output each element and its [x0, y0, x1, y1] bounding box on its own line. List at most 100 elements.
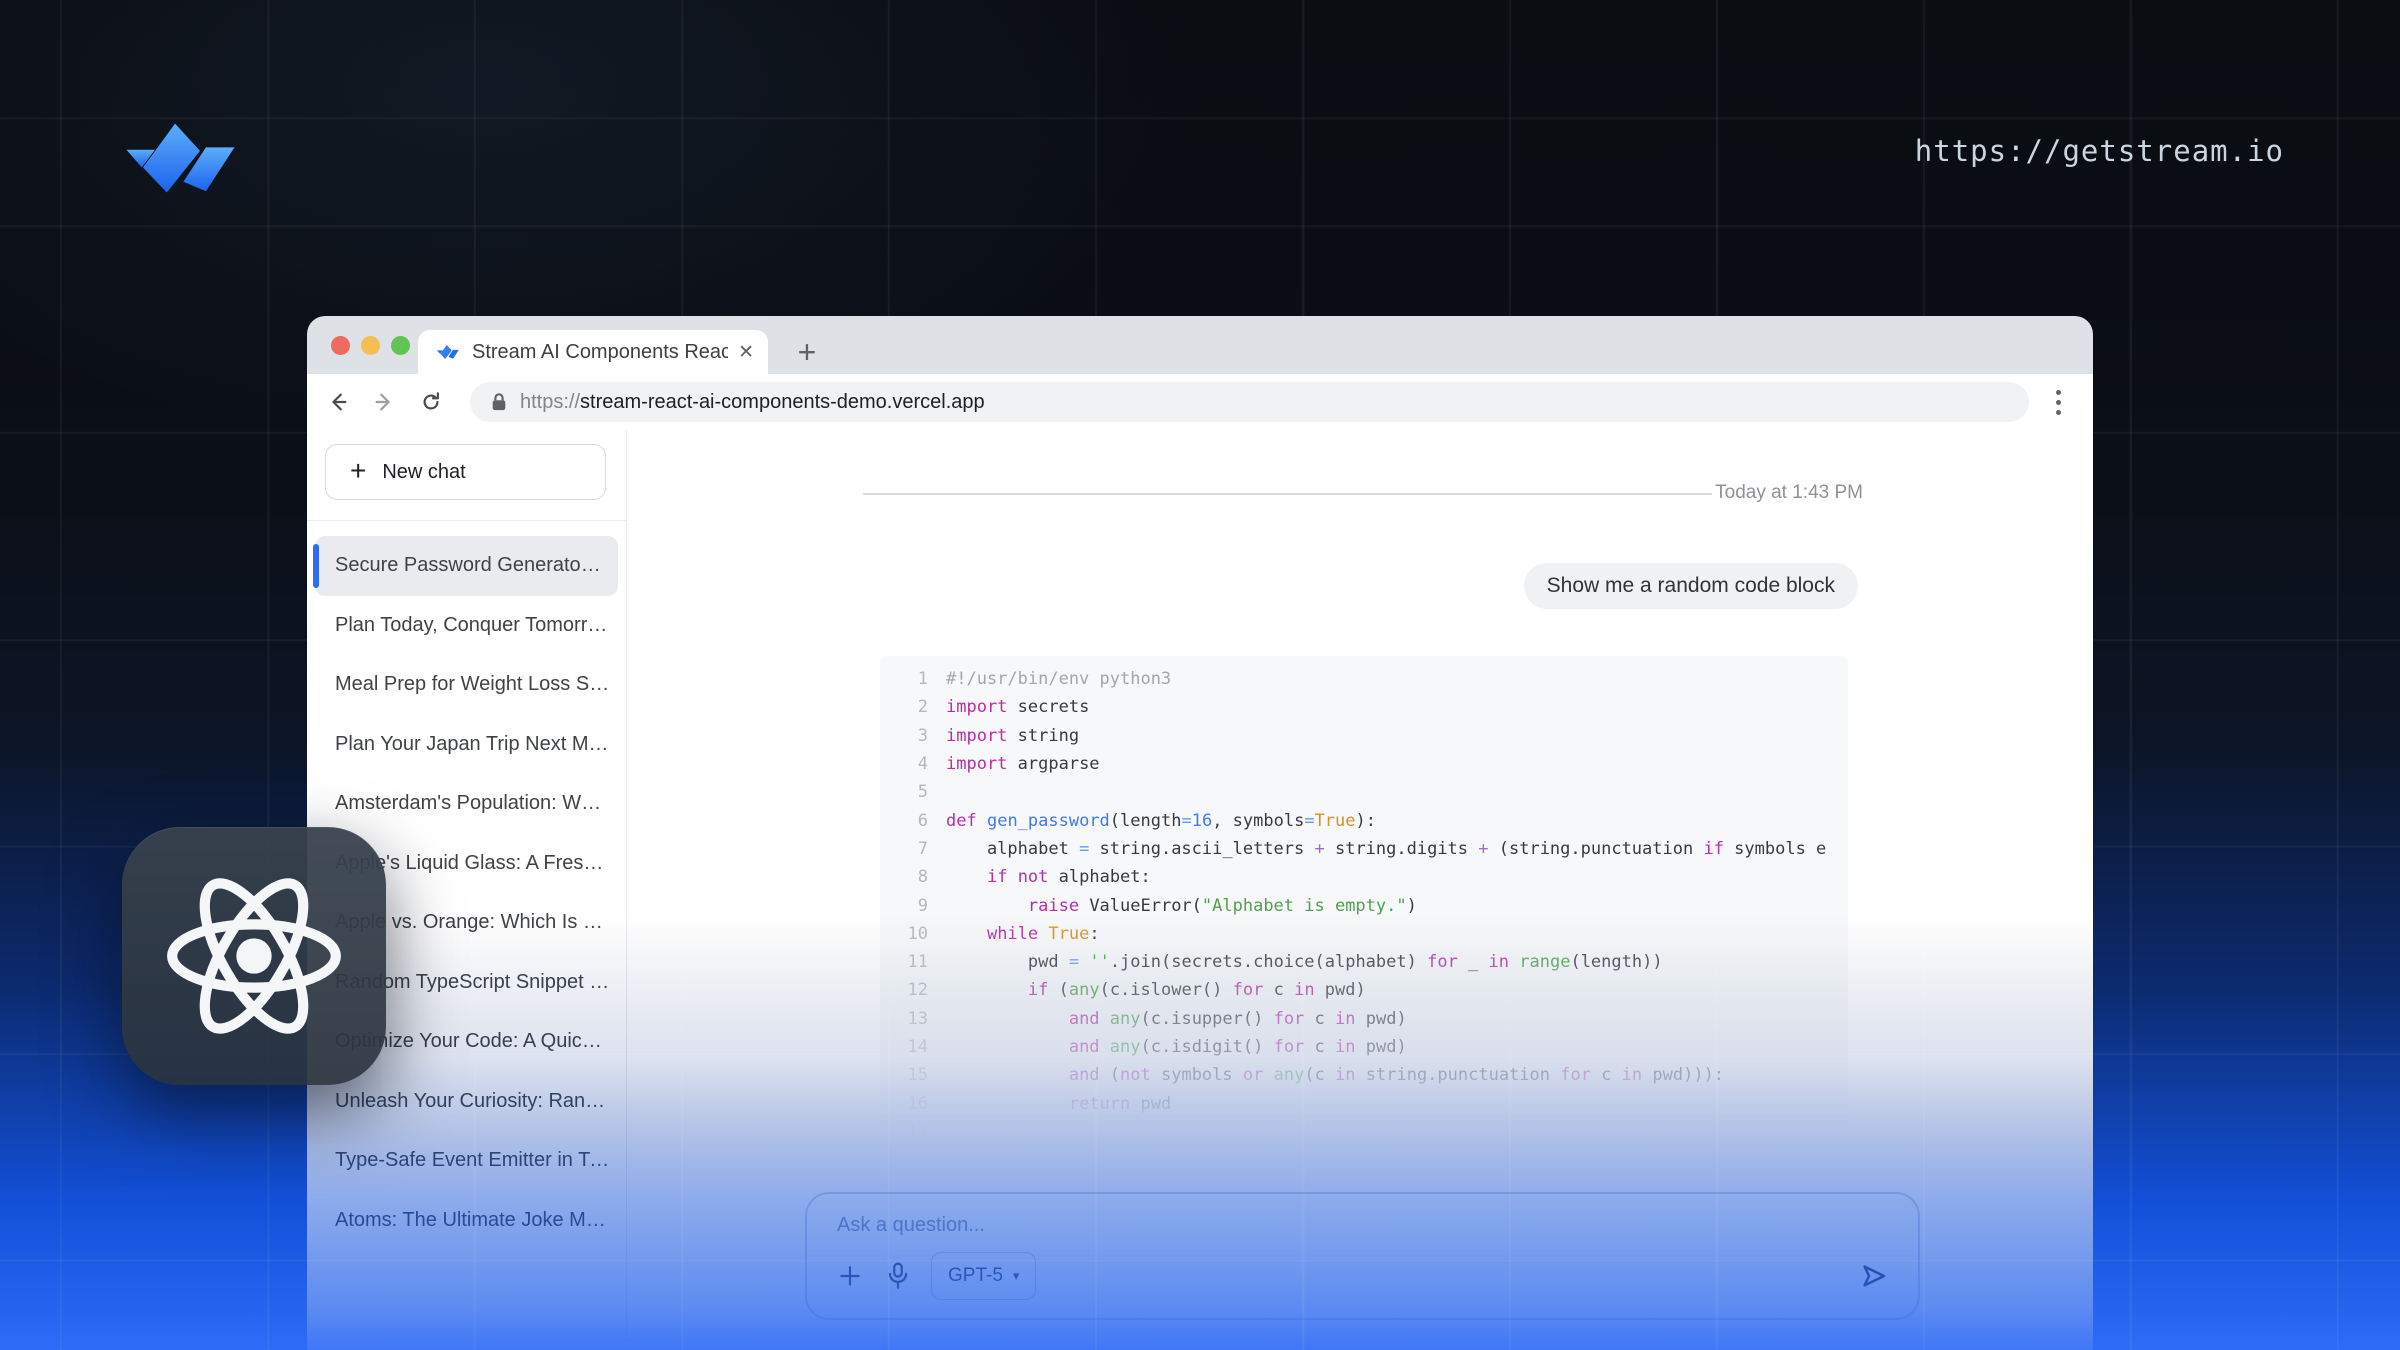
sidebar-item[interactable]: Secure Password Generator in ... [315, 536, 618, 596]
line-number: 14 [880, 1037, 946, 1057]
line-number: 1 [880, 669, 946, 689]
url-text: https://stream-react-ai-components-demo.… [520, 391, 985, 414]
sidebar-item-label: Secure Password Generator in ... [335, 554, 602, 577]
code-lines: 1#!/usr/bin/env python32import secrets3i… [880, 665, 1848, 1145]
sidebar-item[interactable]: Type-Safe Event Emitter in Typ... [307, 1131, 626, 1191]
code-line: 3import string [880, 722, 1848, 750]
code-line: 15 and (not symbols or any(c in string.p… [880, 1061, 1848, 1089]
tab-close-icon[interactable]: ✕ [738, 341, 754, 364]
sidebar-item-label: Meal Prep for Weight Loss Suc... [335, 673, 610, 696]
line-number: 8 [880, 867, 946, 887]
code-text: def gen_password(length=16, symbols=True… [946, 811, 1376, 831]
chevron-down-icon: ▾ [1013, 1268, 1020, 1284]
browser-menu-icon[interactable] [2043, 387, 2073, 417]
minimize-window-button[interactable] [361, 336, 380, 355]
sidebar-item-label: Plan Your Japan Trip Next Mon... [335, 733, 610, 756]
app-content: + New chat Secure Password Generator in … [307, 430, 2093, 1350]
lock-icon [490, 392, 508, 412]
code-line: 6def gen_password(length=16, symbols=Tru… [880, 806, 1848, 834]
code-line: 2import secrets [880, 693, 1848, 721]
browser-toolbar: https://stream-react-ai-components-demo.… [307, 374, 2093, 431]
date-separator-line [863, 493, 1712, 495]
line-number: 12 [880, 980, 946, 1000]
marketing-canvas: https://getstream.io Stream AI Component… [0, 0, 2400, 1350]
code-line: 4import argparse [880, 750, 1848, 778]
code-text: and (not symbols or any(c in string.punc… [946, 1065, 1724, 1085]
code-line: 7 alphabet = string.ascii_letters + stri… [880, 835, 1848, 863]
line-number: 7 [880, 839, 946, 859]
code-line: 8 if not alphabet: [880, 863, 1848, 891]
user-message-bubble: Show me a random code block [1524, 563, 1858, 609]
code-text: and any(c.isdigit() for c in pwd) [946, 1037, 1407, 1057]
sidebar-item-label: Amsterdam's Population: What... [335, 792, 610, 815]
browser-window: Stream AI Components React ✕ + [307, 316, 2093, 1350]
code-line: 16 return pwd [880, 1089, 1848, 1117]
line-number: 11 [880, 952, 946, 972]
code-text: alphabet = string.ascii_letters + string… [946, 839, 1826, 859]
line-number: 10 [880, 924, 946, 944]
model-label: GPT-5 [948, 1265, 1003, 1287]
sidebar-item-label: Plan Today, Conquer Tomorrow! [335, 614, 610, 637]
browser-tab-bar: Stream AI Components React ✕ + [307, 316, 2093, 374]
code-text: return pwd [946, 1094, 1171, 1114]
code-text: import string [946, 726, 1079, 746]
code-text: while True: [946, 924, 1100, 944]
forward-icon[interactable] [373, 391, 395, 413]
sidebar-item[interactable]: Unleash Your Curiosity: Rando... [307, 1072, 626, 1132]
code-line: 5 [880, 778, 1848, 806]
new-tab-button[interactable]: + [789, 334, 825, 370]
stream-logo [118, 120, 244, 196]
address-bar[interactable]: https://stream-react-ai-components-demo.… [470, 382, 2029, 422]
sidebar-item[interactable]: Plan Today, Conquer Tomorrow! [307, 596, 626, 656]
tab-title: Stream AI Components React [472, 341, 728, 364]
sidebar-item[interactable]: Plan Your Japan Trip Next Mon... [307, 715, 626, 775]
reload-icon[interactable] [420, 391, 442, 413]
sidebar-item[interactable]: Meal Prep for Weight Loss Suc... [307, 655, 626, 715]
sidebar-item-label: Unleash Your Curiosity: Rando... [335, 1090, 610, 1113]
code-line: 13 and any(c.isupper() for c in pwd) [880, 1005, 1848, 1033]
date-separator: Today at 1:43 PM [627, 482, 2093, 506]
code-line: 1#!/usr/bin/env python3 [880, 665, 1848, 693]
ask-question-input[interactable]: Ask a question... [837, 1214, 985, 1237]
line-number: 17 [880, 1122, 946, 1142]
plus-icon: + [350, 457, 366, 485]
code-text: if (any(c.islower() for c in pwd) [946, 980, 1366, 1000]
code-text: and any(c.isupper() for c in pwd) [946, 1009, 1407, 1029]
composer-toolbar: GPT-5 ▾ [835, 1252, 1890, 1300]
url-scheme: https:// [520, 391, 580, 413]
line-number: 9 [880, 896, 946, 916]
react-atom-icon [161, 870, 347, 1042]
line-number: 13 [880, 1009, 946, 1029]
sidebar-item-label: Type-Safe Event Emitter in Typ... [335, 1149, 610, 1172]
line-number: 2 [880, 697, 946, 717]
code-text: import secrets [946, 697, 1089, 717]
sidebar-item[interactable]: Atoms: The Ultimate Joke Mak... [307, 1191, 626, 1251]
close-window-button[interactable] [331, 336, 350, 355]
attach-button[interactable] [835, 1261, 865, 1291]
active-indicator [313, 544, 319, 588]
message-composer[interactable]: Ask a question... [805, 1192, 1920, 1320]
code-block: 1#!/usr/bin/env python32import secrets3i… [880, 656, 1848, 1145]
line-number: 6 [880, 811, 946, 831]
maximize-window-button[interactable] [391, 336, 410, 355]
code-line: 12 if (any(c.islower() for c in pwd) [880, 976, 1848, 1004]
send-button[interactable] [1858, 1260, 1890, 1292]
new-chat-button[interactable]: + New chat [325, 444, 606, 500]
react-logo-badge [122, 827, 386, 1085]
line-number: 3 [880, 726, 946, 746]
sidebar-item[interactable]: Amsterdam's Population: What... [307, 774, 626, 834]
back-icon[interactable] [327, 391, 349, 413]
microphone-button[interactable] [883, 1261, 913, 1291]
brand-url: https://getstream.io [1915, 134, 2284, 168]
code-text: pwd = ''.join(secrets.choice(alphabet) f… [946, 952, 1663, 972]
code-text: raise ValueError("Alphabet is empty.") [946, 896, 1417, 916]
line-number: 15 [880, 1065, 946, 1085]
timestamp: Today at 1:43 PM [1715, 482, 1863, 504]
stream-favicon-icon [436, 344, 460, 360]
sidebar-divider [307, 520, 626, 521]
code-line: 14 and any(c.isdigit() for c in pwd) [880, 1033, 1848, 1061]
new-chat-label: New chat [382, 461, 465, 484]
code-text: if not alphabet: [946, 867, 1151, 887]
browser-tab[interactable]: Stream AI Components React ✕ [418, 330, 768, 374]
model-selector[interactable]: GPT-5 ▾ [931, 1252, 1036, 1300]
